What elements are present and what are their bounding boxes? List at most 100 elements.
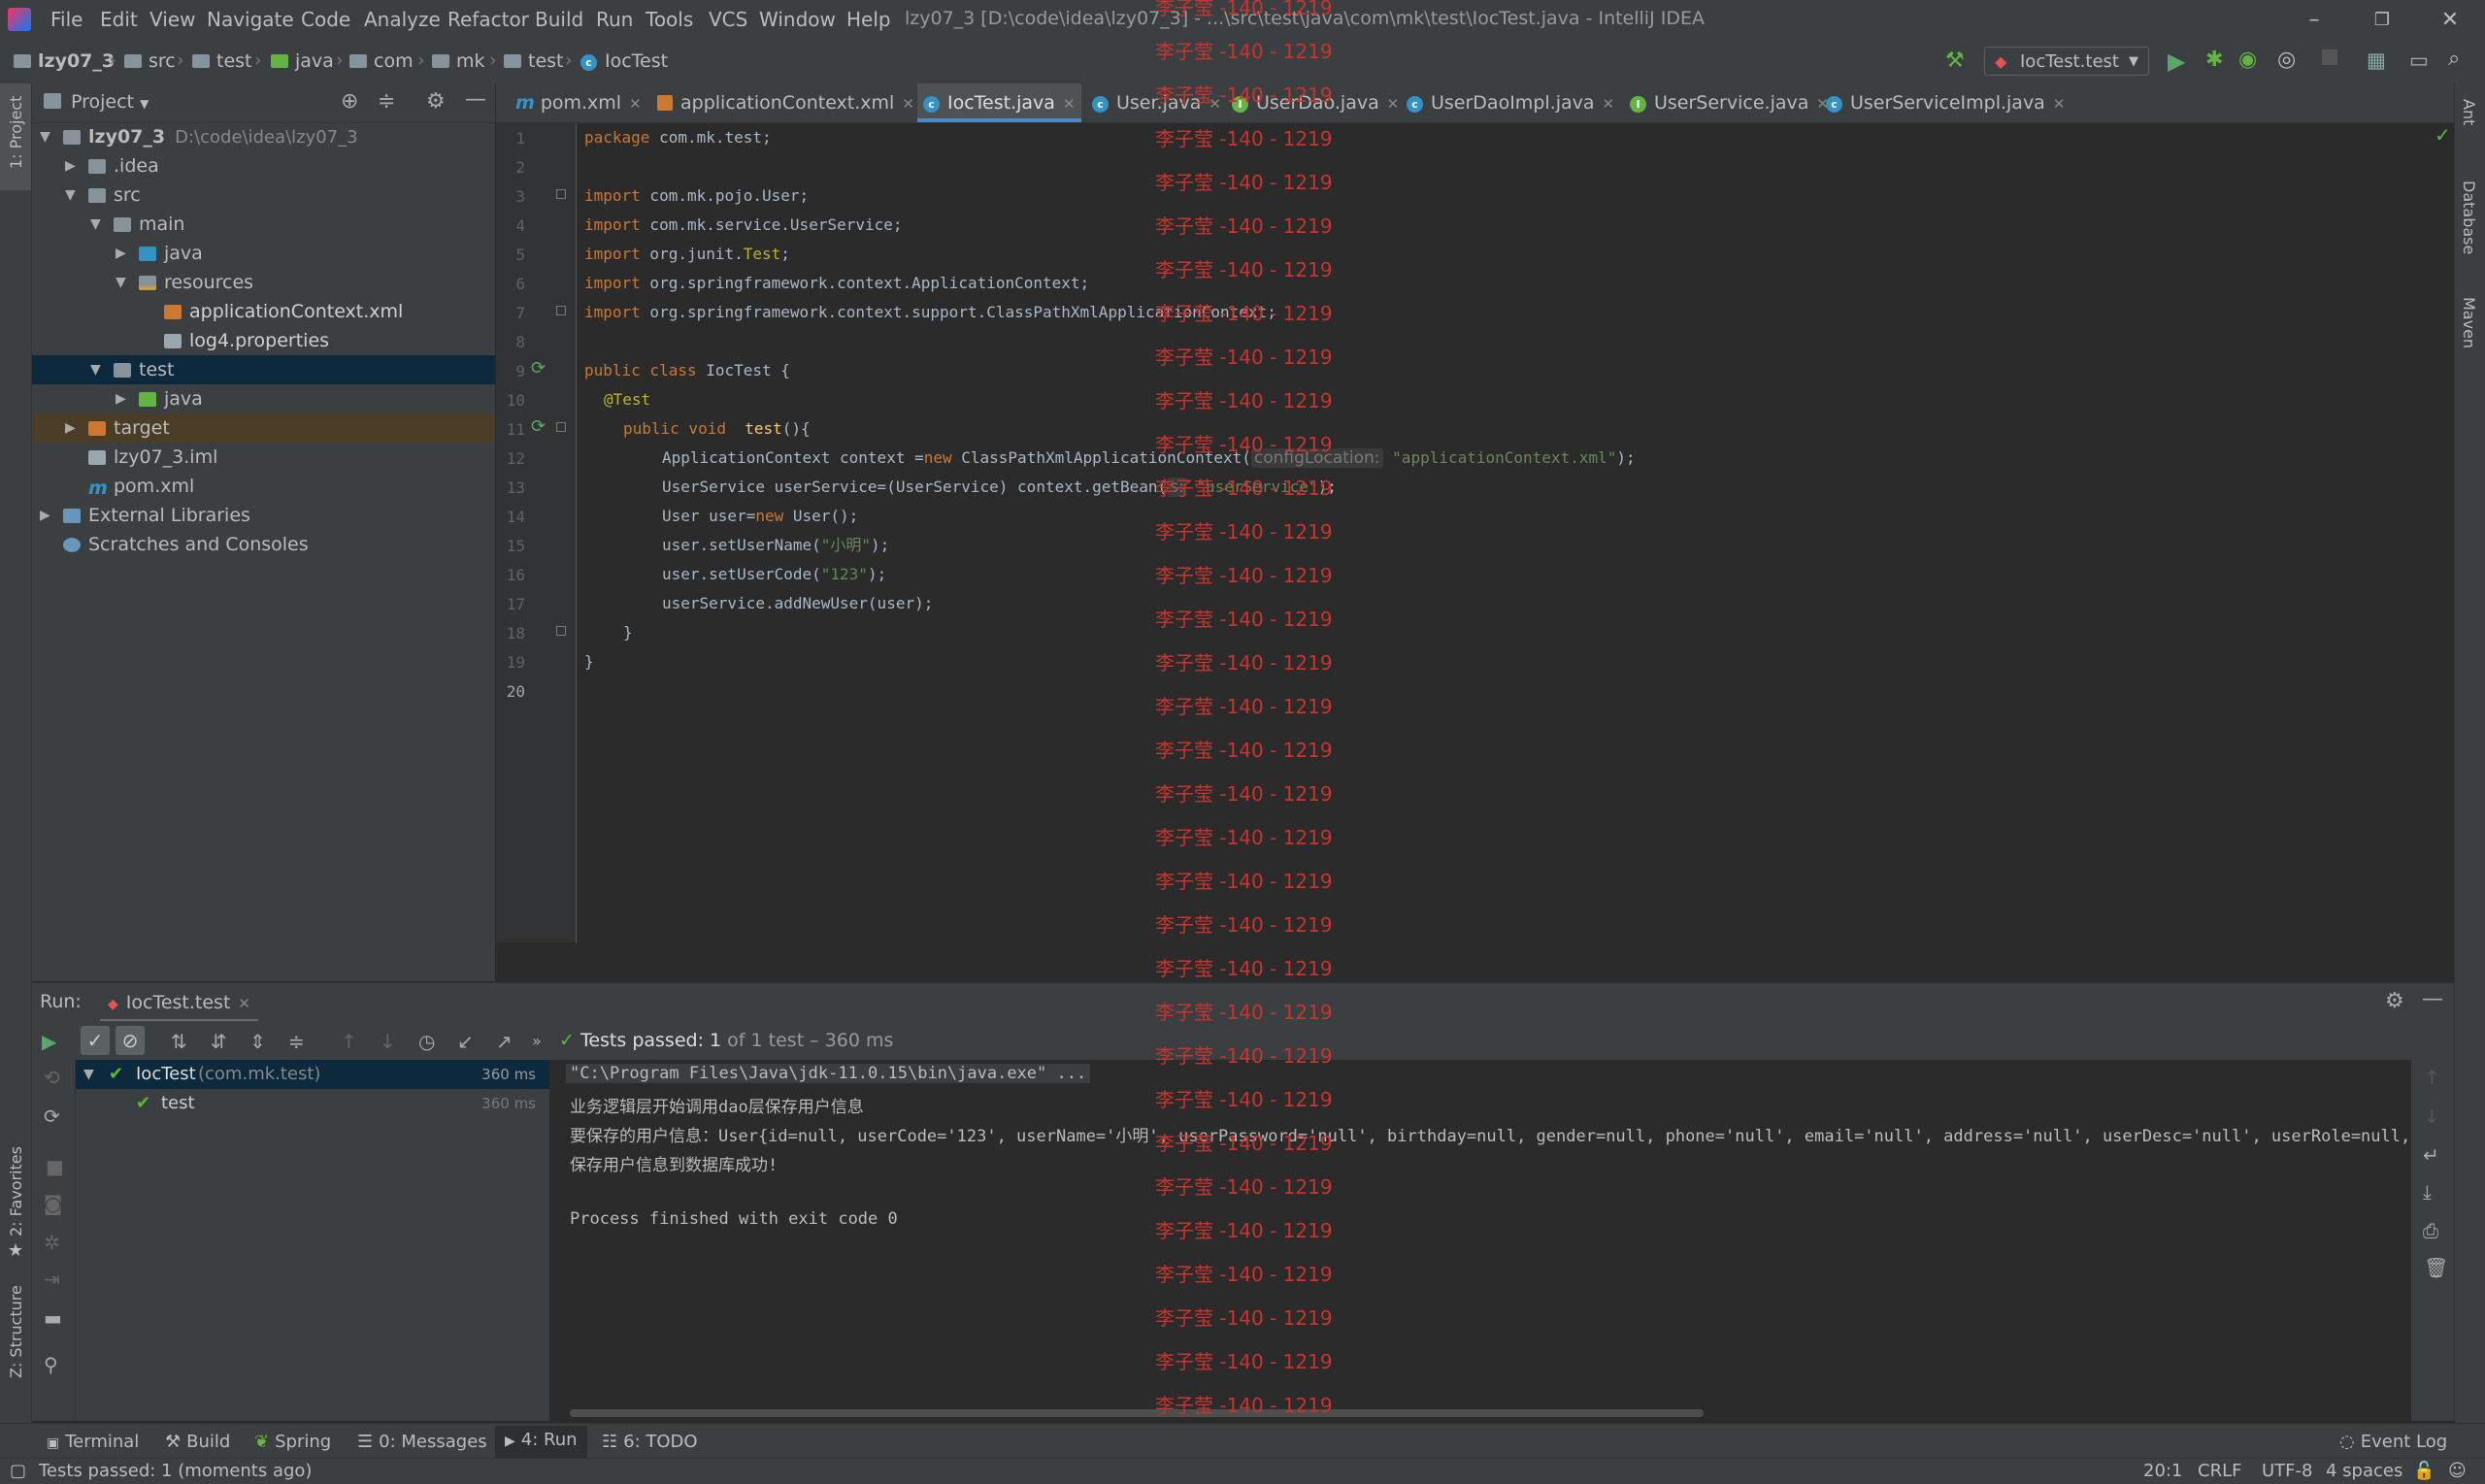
run-test-icon[interactable]: ⟳ — [531, 358, 546, 379]
indent-setting[interactable]: 4 spaces — [2326, 1461, 2402, 1481]
editor-tab[interactable]: m pom.xml ✕ — [510, 83, 647, 122]
pin-icon[interactable]: ⚲ — [44, 1353, 58, 1376]
tree-item[interactable]: Scratches and Consoles — [32, 530, 495, 559]
hide-panel-icon[interactable]: — — [2422, 987, 2443, 1011]
tree-item[interactable]: ▼ main — [32, 210, 495, 239]
menu-window[interactable]: Window — [759, 8, 836, 31]
menu-code[interactable]: Code — [301, 8, 350, 31]
trash-icon[interactable]: 🗑 — [2424, 1256, 2448, 1279]
collapsed-arrow-icon[interactable]: ▶ — [116, 384, 126, 413]
breadcrumb-item[interactable]: test — [192, 50, 252, 72]
menu-analyze[interactable]: Analyze — [364, 8, 441, 31]
tool-tab-todo[interactable]: ☷ 6: TODO — [602, 1432, 698, 1452]
lock-icon[interactable]: 🔓 — [2413, 1461, 2435, 1481]
collapsed-arrow-icon[interactable]: ▶ — [40, 501, 50, 530]
export-tests-icon[interactable]: ↗ — [496, 1030, 513, 1053]
tree-item[interactable]: ▶ .idea — [32, 151, 495, 181]
expand-all-icon[interactable]: ⇕ — [249, 1030, 266, 1053]
import-tests-icon[interactable]: ↙ — [457, 1030, 474, 1053]
profile-icon[interactable]: ◎ — [2277, 48, 2296, 72]
project-view-selector[interactable]: Project ▼ — [71, 91, 149, 113]
fold-icon[interactable] — [556, 306, 566, 315]
expanded-arrow-icon[interactable]: ▼ — [90, 210, 101, 239]
database-tool-label[interactable]: Database — [2460, 181, 2478, 254]
menu-tools[interactable]: Tools — [646, 8, 693, 31]
close-icon[interactable]: ✕ — [238, 995, 250, 1012]
gear-icon[interactable]: ⚙ — [426, 89, 446, 114]
stop-icon[interactable]: ■ — [46, 1155, 64, 1178]
show-ignored-icon[interactable]: ⊘ — [116, 1026, 145, 1055]
tree-item[interactable]: m pom.xml — [32, 472, 495, 501]
test-case-row[interactable]: ✔ test 360 ms — [76, 1089, 549, 1118]
search-icon[interactable]: ⌕ — [2448, 47, 2460, 71]
sort-alpha-icon[interactable]: ⇅ — [171, 1030, 187, 1053]
debug-icon[interactable]: ✱ — [2205, 48, 2223, 72]
horizontal-scrollbar[interactable] — [570, 1409, 1704, 1417]
exit-icon[interactable]: ⇥ — [44, 1268, 60, 1291]
expanded-arrow-icon[interactable]: ▼ — [116, 268, 126, 297]
editor-tab[interactable]: c User.java ✕ — [1086, 83, 1227, 122]
fold-icon[interactable] — [556, 626, 566, 636]
tree-item[interactable]: applicationContext.xml — [32, 297, 495, 326]
tree-item[interactable]: ▶ java — [32, 239, 495, 268]
collapsed-arrow-icon[interactable]: ▶ — [116, 239, 126, 268]
run-test-icon[interactable]: ⟳ — [531, 416, 546, 437]
close-window-button[interactable]: ✕ — [2421, 4, 2479, 37]
minimize-button[interactable]: – — [2285, 4, 2343, 37]
menu-vcs[interactable]: VCS — [709, 8, 747, 31]
close-icon[interactable]: ✕ — [1387, 95, 1400, 113]
tree-item[interactable]: log4.properties — [32, 326, 495, 355]
editor-tab[interactable]: I UserDao.java ✕ — [1226, 83, 1405, 122]
hide-panel-icon[interactable]: — — [465, 87, 486, 112]
project-tool-label[interactable]: 1: Project — [7, 96, 25, 169]
scroll-to-end-icon[interactable]: ⤓ — [2423, 1180, 2432, 1204]
run-config-selector[interactable]: ◆ IocTest.test ▼ — [1984, 47, 2149, 76]
soft-wrap-icon[interactable]: ↵ — [2423, 1143, 2439, 1167]
close-icon[interactable]: ✕ — [1063, 95, 1076, 113]
build-hammer-icon[interactable]: ⚒ — [1945, 49, 1965, 73]
breadcrumb-item[interactable]: test — [504, 50, 564, 72]
menu-navigate[interactable]: Navigate — [207, 8, 294, 31]
structure-tool-label[interactable]: Z: Structure — [7, 1285, 25, 1378]
close-icon[interactable]: ✕ — [1209, 95, 1221, 113]
editor-tab[interactable]: c UserDaoImpl.java ✕ — [1401, 83, 1620, 122]
collapsed-arrow-icon[interactable]: ▶ — [65, 413, 76, 443]
menu-view[interactable]: View — [149, 8, 195, 31]
status-message[interactable]: Tests passed: 1 (moments ago) — [39, 1461, 312, 1481]
tool-tab-run[interactable]: ▶ 4: Run — [495, 1426, 587, 1459]
test-suite-row[interactable]: ▼ ✔ IocTest (com.mk.test) 360 ms — [76, 1060, 549, 1089]
previous-icon[interactable]: ↑ — [341, 1030, 357, 1053]
tree-item[interactable]: ▶ java — [32, 384, 495, 413]
next-icon[interactable]: ↓ — [380, 1030, 396, 1053]
breadcrumb-item[interactable]: src — [124, 50, 176, 72]
tool-tab-terminal[interactable]: ▣ Terminal — [47, 1432, 139, 1452]
expanded-arrow-icon[interactable]: ▼ — [65, 181, 76, 210]
coverage-icon[interactable]: ◉ — [2238, 48, 2257, 72]
editor-tab[interactable]: I UserService.java ✕ — [1624, 83, 1835, 122]
rerun-failed-icon[interactable]: ⟲ — [44, 1066, 60, 1089]
favorites-tool-label[interactable]: 2: Favorites — [7, 1146, 25, 1237]
collapse-all-icon[interactable]: ≑ — [378, 89, 395, 114]
breadcrumb-item[interactable]: c IocTest — [580, 50, 668, 72]
expanded-arrow-icon[interactable]: ▼ — [90, 355, 101, 384]
tree-item[interactable]: lzy07_3.iml — [32, 443, 495, 472]
caret-position[interactable]: 20:1 — [2143, 1461, 2182, 1481]
scroll-down-icon[interactable]: ↓ — [2424, 1105, 2440, 1128]
menu-build[interactable]: Build — [535, 8, 583, 31]
locate-icon[interactable]: ⊕ — [341, 89, 358, 114]
tree-item[interactable]: ▶ External Libraries — [32, 501, 495, 530]
fold-icon[interactable] — [556, 189, 566, 199]
inspector-icon[interactable]: ☺ — [2448, 1461, 2467, 1481]
stop-icon[interactable] — [2322, 49, 2337, 65]
collapse-all-icon[interactable]: ≑ — [288, 1030, 305, 1053]
breadcrumb-item[interactable]: mk — [432, 50, 485, 72]
tree-item[interactable]: ▼ lzy07_3 D:\code\idea\lzy07_3 — [32, 122, 495, 151]
tree-item[interactable]: ▶ target — [32, 413, 495, 443]
breadcrumb-item[interactable]: com — [349, 50, 414, 72]
menu-help[interactable]: Help — [846, 8, 891, 31]
expanded-arrow-icon[interactable]: ▼ — [40, 122, 50, 151]
tool-tab-build[interactable]: ⚒ Build — [165, 1432, 230, 1452]
scroll-up-icon[interactable]: ↑ — [2424, 1066, 2440, 1089]
sort-duration-icon[interactable]: ⇵ — [211, 1030, 227, 1053]
inspection-ok-icon[interactable]: ✓ — [2435, 123, 2451, 147]
